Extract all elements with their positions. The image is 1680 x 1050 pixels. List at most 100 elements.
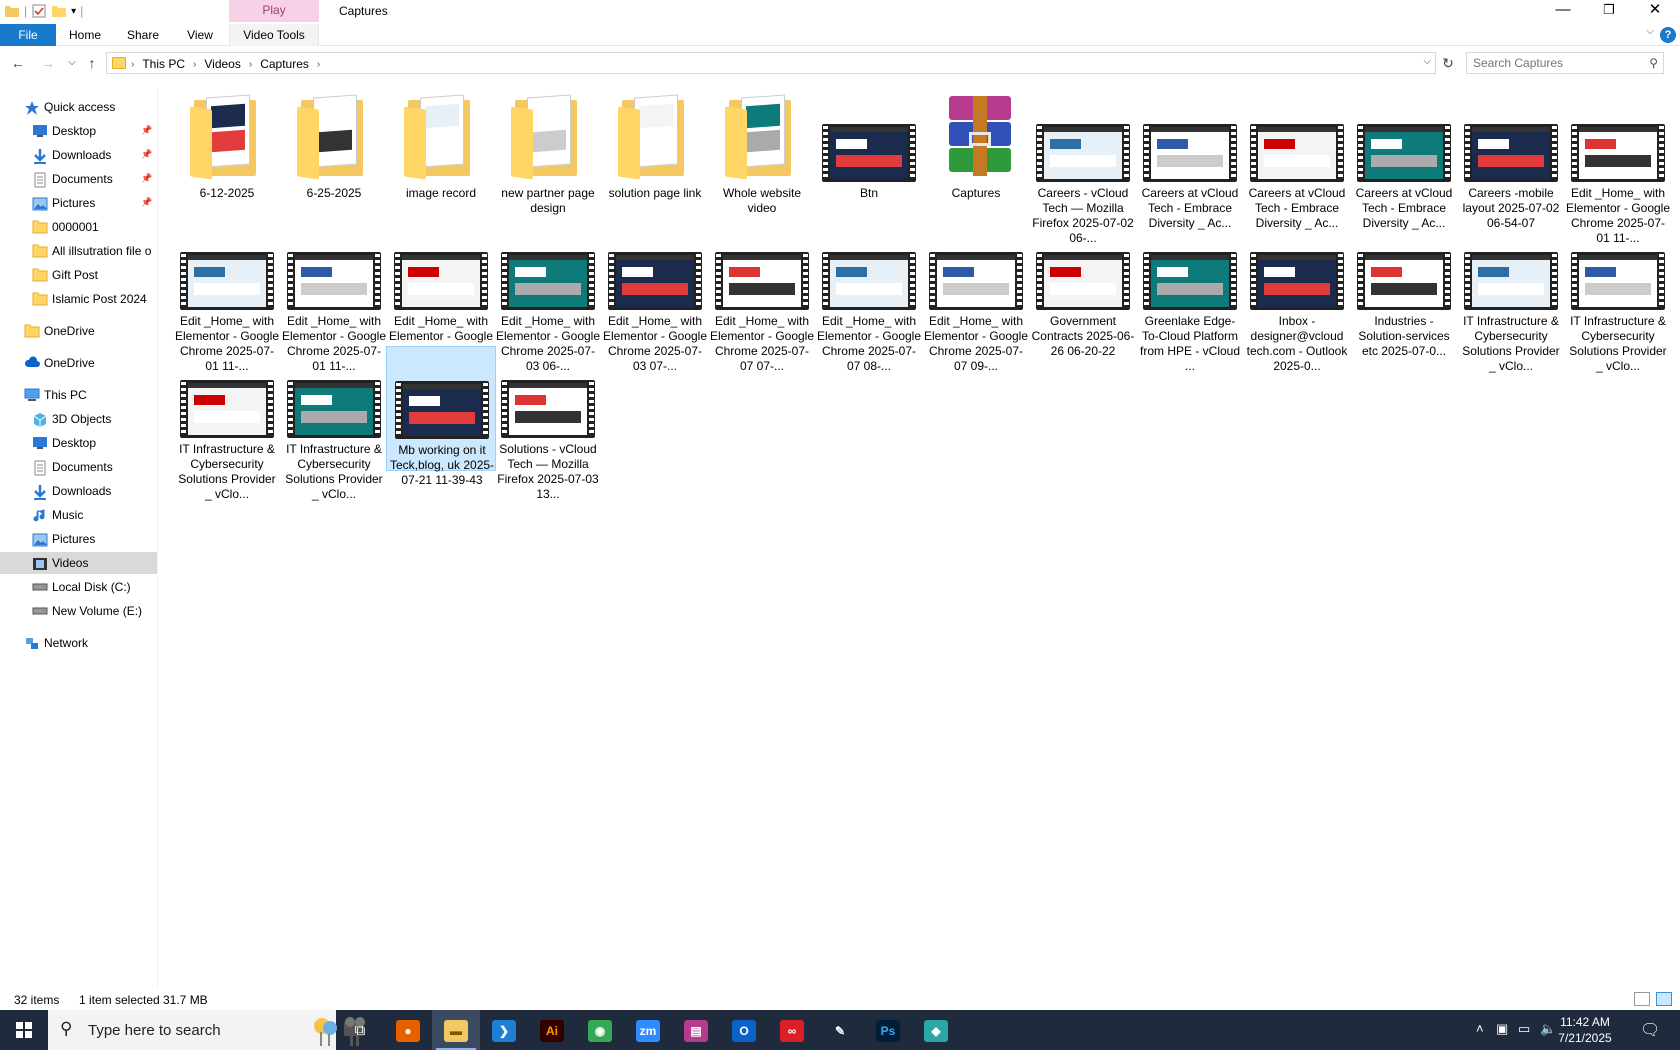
properties-icon[interactable] xyxy=(31,3,47,19)
sidebar-item-pc-local-disk-c-[interactable]: Local Disk (C:) xyxy=(0,576,157,598)
help-icon[interactable]: ? xyxy=(1660,27,1676,43)
file-item[interactable]: 6-12-2025 xyxy=(172,90,282,215)
taskbar-pen-tool[interactable]: ✎ xyxy=(816,1010,864,1050)
recent-locations-icon[interactable]: ⌵ xyxy=(62,54,82,74)
restore-button[interactable]: ❐ xyxy=(1586,0,1632,22)
tab-file[interactable]: File xyxy=(0,24,56,46)
chevron-right-icon[interactable]: › xyxy=(131,59,134,70)
file-item[interactable]: Careers at vCloud Tech - Embrace Diversi… xyxy=(1242,90,1352,230)
file-item[interactable]: Careers at vCloud Tech - Embrace Diversi… xyxy=(1135,90,1245,230)
file-item[interactable]: IT Infrastructure & Cybersecurity Soluti… xyxy=(279,346,389,501)
taskbar-winrar[interactable]: ▤ xyxy=(672,1010,720,1050)
taskbar-search[interactable]: ⚲ Type here to search xyxy=(48,1010,365,1050)
sidebar-item-documents[interactable]: Documents 📌 xyxy=(0,168,157,190)
up-arrow-icon[interactable]: ↑ xyxy=(82,54,102,74)
sidebar-item-pc-desktop[interactable]: Desktop xyxy=(0,432,157,454)
taskbar-app[interactable]: ◆ xyxy=(912,1010,960,1050)
file-item[interactable]: Edit _Home_ with Elementor - Google Chro… xyxy=(386,218,496,373)
file-item[interactable]: Whole website video xyxy=(707,90,817,215)
sidebar-item-pc-pictures[interactable]: Pictures xyxy=(0,528,157,550)
file-item[interactable]: Inbox - designer@vcloud tech.com - Outlo… xyxy=(1242,218,1352,373)
sidebar-item-pc-3d-objects[interactable]: 3D Objects xyxy=(0,408,157,430)
sidebar-item-gift-post[interactable]: Gift Post xyxy=(0,264,157,286)
network-icon[interactable]: ▭ xyxy=(1518,1021,1530,1037)
notifications-icon[interactable]: 🗨 xyxy=(1640,1020,1660,1040)
file-item[interactable]: Careers -mobile layout 2025-07-02 06-54-… xyxy=(1456,90,1566,230)
tray-app-icon[interactable]: ▣ xyxy=(1496,1021,1508,1037)
sidebar-item-pc-new-volume-e-[interactable]: New Volume (E:) xyxy=(0,600,157,622)
minimize-button[interactable]: — xyxy=(1540,0,1586,22)
details-view-icon[interactable] xyxy=(1634,992,1650,1006)
close-button[interactable]: ✕ xyxy=(1632,0,1678,22)
chevron-down-icon[interactable]: ⌵ xyxy=(1423,56,1431,67)
refresh-icon[interactable]: ↻ xyxy=(1438,53,1458,73)
sidebar-item-downloads[interactable]: Downloads 📌 xyxy=(0,144,157,166)
taskbar-illustrator[interactable]: Ai xyxy=(528,1010,576,1050)
file-item[interactable]: image record xyxy=(386,90,496,215)
file-item[interactable]: Careers - vCloud Tech — Mozilla Firefox … xyxy=(1028,90,1138,245)
chevron-right-icon[interactable]: › xyxy=(317,59,320,70)
clock[interactable]: 11:42 AM 7/21/2025 xyxy=(1545,1014,1625,1046)
sidebar-item-pc-documents[interactable]: Documents xyxy=(0,456,157,478)
forward-arrow-icon[interactable]: → xyxy=(38,54,58,74)
sidebar-item-pc-downloads[interactable]: Downloads xyxy=(0,480,157,502)
breadcrumb-videos[interactable]: Videos xyxy=(204,57,240,71)
sidebar-item-pc-music[interactable]: Music xyxy=(0,504,157,526)
file-item[interactable]: Careers at vCloud Tech - Embrace Diversi… xyxy=(1349,90,1459,230)
tab-view[interactable]: View xyxy=(180,24,220,46)
taskbar-outlook[interactable]: O xyxy=(720,1010,768,1050)
sidebar-item-all-illsutration-file-o[interactable]: All illsutration file o xyxy=(0,240,157,262)
sidebar-item-desktop[interactable]: Desktop 📌 xyxy=(0,120,157,142)
file-item[interactable]: new partner page design xyxy=(493,90,603,215)
file-item[interactable]: Edit _Home_ with Elementor - Google Chro… xyxy=(493,218,603,373)
start-button[interactable] xyxy=(0,1010,48,1050)
file-item[interactable]: Solutions - vCloud Tech — Mozilla Firefo… xyxy=(493,346,603,501)
taskbar-file-explorer[interactable]: ▬ xyxy=(432,1010,480,1050)
file-item[interactable]: IT Infrastructure & Cybersecurity Soluti… xyxy=(1456,218,1566,373)
file-item[interactable]: Edit _Home_ with Elementor - Google Chro… xyxy=(600,218,710,373)
file-item[interactable]: Edit _Home_ with Elementor - Google Chro… xyxy=(1563,90,1673,245)
file-item[interactable]: Government Contracts 2025-06-26 06-20-22 xyxy=(1028,218,1138,358)
play-context-tab[interactable]: Play xyxy=(229,0,319,22)
sidebar-item-0000001[interactable]: 0000001 xyxy=(0,216,157,238)
search-input[interactable] xyxy=(1473,56,1633,70)
breadcrumb-this-pc[interactable]: This PC xyxy=(142,57,185,71)
sidebar-item-pictures[interactable]: Pictures 📌 xyxy=(0,192,157,214)
file-item[interactable]: Greenlake Edge-To-Cloud Platform from HP… xyxy=(1135,218,1245,373)
tab-video-tools[interactable]: Video Tools xyxy=(229,24,319,46)
task-view-icon[interactable]: ⧉ xyxy=(336,1010,384,1050)
file-item[interactable]: Edit _Home_ with Elementor - Google Chro… xyxy=(707,218,817,373)
taskbar-zoom[interactable]: zm xyxy=(624,1010,672,1050)
file-item[interactable]: Edit _Home_ with Elementor - Google Chro… xyxy=(921,218,1031,373)
taskbar-chrome[interactable]: ◉ xyxy=(576,1010,624,1050)
chevron-right-icon[interactable]: › xyxy=(193,59,196,70)
file-item[interactable]: IT Infrastructure & Cybersecurity Soluti… xyxy=(172,346,282,501)
chevron-up-icon[interactable]: ˄ xyxy=(1476,1021,1484,1036)
large-icons-view-icon[interactable] xyxy=(1656,992,1672,1006)
file-item[interactable]: Industries -Solution-services etc 2025-0… xyxy=(1349,218,1459,358)
file-item[interactable]: Captures xyxy=(921,90,1031,215)
nav-quick-access[interactable]: Quick access xyxy=(0,96,157,118)
nav-this-pc[interactable]: This PC xyxy=(0,384,157,406)
nav-onedrive[interactable]: OneDrive xyxy=(0,352,157,374)
tab-home[interactable]: Home xyxy=(64,24,106,46)
search-box[interactable]: ⚲ xyxy=(1466,52,1664,74)
chevron-right-icon[interactable]: › xyxy=(249,59,252,70)
file-item[interactable]: Edit _Home_ with Elementor - Google Chro… xyxy=(814,218,924,373)
nav-network[interactable]: Network xyxy=(0,632,157,654)
back-arrow-icon[interactable]: ← xyxy=(8,54,28,74)
taskbar-vscode[interactable]: ❯ xyxy=(480,1010,528,1050)
breadcrumb-captures[interactable]: Captures xyxy=(260,57,309,71)
file-item[interactable]: Edit _Home_ with Elementor - Google Chro… xyxy=(172,218,282,373)
taskbar-firefox[interactable]: ● xyxy=(384,1010,432,1050)
taskbar-creative-cloud[interactable]: ∞ xyxy=(768,1010,816,1050)
file-item[interactable]: solution page link xyxy=(600,90,710,215)
file-item[interactable]: IT Infrastructure & Cybersecurity Soluti… xyxy=(1563,218,1673,373)
nav-onedrive-folder[interactable]: OneDrive xyxy=(0,320,157,342)
customize-qat-icon[interactable]: ▾ xyxy=(71,6,76,17)
file-item[interactable]: Mb working on it Teck,blog, uk 2025-07-2… xyxy=(386,346,496,487)
file-item[interactable]: 6-25-2025 xyxy=(279,90,389,215)
sidebar-item-islamic-post-2024[interactable]: Islamic Post 2024 xyxy=(0,288,157,310)
sidebar-item-pc-videos[interactable]: Videos xyxy=(0,552,157,574)
file-item[interactable]: Edit _Home_ with Elementor - Google Chro… xyxy=(279,218,389,373)
